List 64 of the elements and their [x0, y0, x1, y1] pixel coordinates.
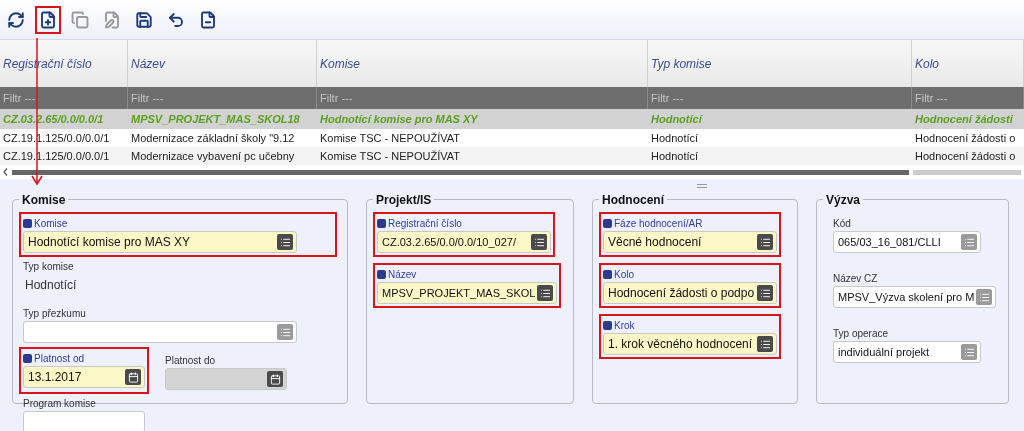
field-label: Komise: [34, 217, 68, 231]
required-icon: [377, 270, 386, 279]
list-icon[interactable]: [537, 285, 554, 301]
field-label: Program komise: [23, 397, 96, 411]
document-minus-icon: [199, 10, 217, 29]
select-field[interactable]: individuální projekt: [833, 341, 981, 363]
list-icon[interactable]: [757, 285, 773, 301]
date-field[interactable]: 13.1.2017: [23, 366, 145, 388]
field-label: Typ operace: [833, 327, 889, 341]
input-field[interactable]: [23, 411, 145, 431]
table-cell-text: Hodnotící: [651, 111, 702, 127]
field-label: Typ komise: [23, 260, 75, 274]
field-label: Platnost do: [165, 354, 216, 368]
table-cell-text: Modernizace základní školy "9.12: [131, 130, 295, 146]
table-cell-text: Hodnotící: [651, 130, 699, 146]
required-icon: [23, 354, 32, 363]
table-cell-text: Komise TSC - NEPOUŽÍVAT: [320, 148, 460, 164]
select-field[interactable]: MPSV_Výzva skolení pro M: [833, 286, 997, 308]
field-value: Hodnotící: [24, 277, 78, 294]
field-label: Platnost od: [34, 352, 85, 366]
field-label: Krok: [614, 319, 635, 333]
horizontal-scrollbar[interactable]: [0, 165, 1024, 179]
table-cell-text: Hodnotící komise pro MAS XY: [320, 111, 478, 127]
select-field[interactable]: Hodnotící komise pro MAS XY: [23, 231, 297, 253]
select-field[interactable]: MPSV_PROJEKT_MAS_SKOL: [377, 282, 558, 304]
table-cell-text: Modernizace vybavení pc učebny: [131, 148, 295, 164]
field-label: Kód: [833, 217, 851, 231]
calendar-icon[interactable]: [125, 369, 141, 385]
splitter-handle-icon[interactable]: [697, 183, 707, 189]
list-icon[interactable]: [531, 234, 547, 250]
select-field[interactable]: 065/03_16_081/CLLI: [833, 231, 981, 253]
select-field[interactable]: Věcné hodnocení: [603, 231, 777, 253]
list-icon[interactable]: [757, 234, 773, 250]
field-label: Typ přezkumu: [23, 307, 86, 321]
required-icon: [603, 219, 612, 228]
table-cell-text: MPSV_PROJEKT_MAS_SKOL18: [131, 111, 300, 127]
select-field[interactable]: 1. krok věcného hodnocení: [603, 333, 777, 355]
select-field[interactable]: Hodnocení žádosti o podpo: [603, 282, 777, 304]
table-cell-text: Hodnocení žádosti o: [915, 130, 1016, 146]
select-field[interactable]: CZ.03.2.65/0.0/0.0/10_027/: [377, 231, 551, 253]
edit-document-icon: [103, 10, 121, 29]
field-label: Název CZ: [833, 272, 878, 286]
table-cell-text: Hodnocení žádosti o: [915, 148, 1016, 164]
list-icon[interactable]: [277, 234, 293, 250]
required-icon: [377, 219, 386, 228]
table-cell-text: Hodnotící: [651, 148, 699, 164]
required-icon: [603, 270, 612, 279]
field-label: Kolo: [614, 268, 634, 282]
copy-icon: [71, 10, 89, 29]
toolbar-button[interactable]: [35, 5, 61, 34]
field-label: Název: [388, 268, 417, 282]
new-document-icon: [39, 10, 57, 29]
select-field[interactable]: [23, 321, 297, 343]
scroll-left-icon[interactable]: [3, 168, 8, 176]
field-label: Registrační číslo: [388, 217, 462, 231]
table-cell-text: Hodnocení žádosti: [915, 111, 1013, 127]
table-cell-text: Komise TSC - NEPOUŽÍVAT: [320, 130, 460, 146]
required-icon: [603, 321, 612, 330]
save-icon: [135, 10, 153, 29]
required-icon: [23, 219, 32, 228]
field-label: Fáze hodnocení/AR: [614, 217, 703, 231]
undo-icon: [167, 10, 185, 29]
list-icon[interactable]: [757, 336, 773, 352]
refresh-icon: [7, 10, 25, 29]
